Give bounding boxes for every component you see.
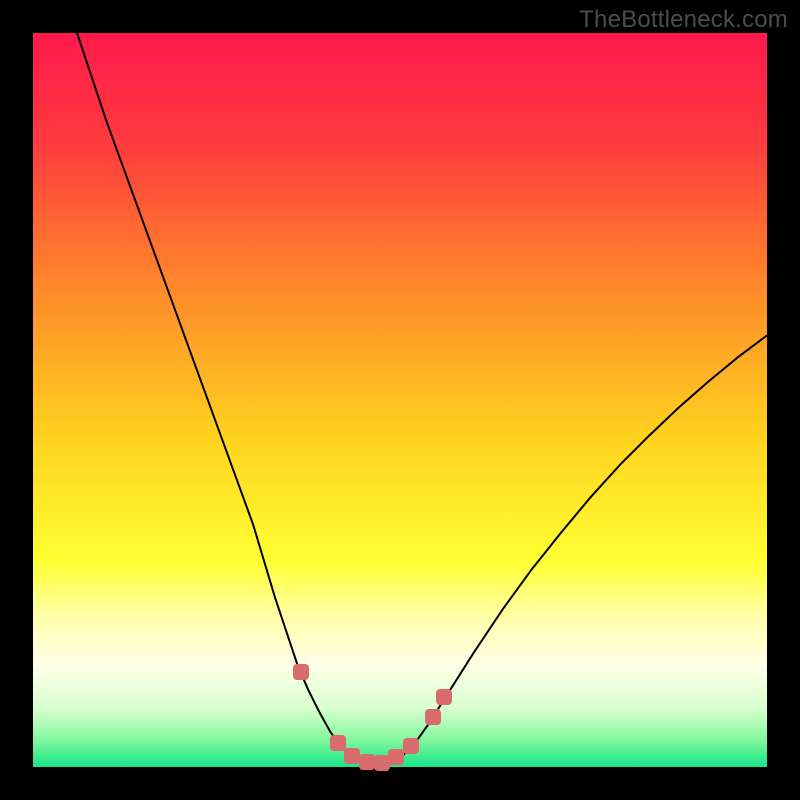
chart-canvas	[33, 33, 767, 767]
bottleneck-curve	[77, 33, 767, 764]
watermark-text: TheBottleneck.com	[579, 6, 788, 34]
outer-frame: TheBottleneck.com	[0, 0, 800, 800]
